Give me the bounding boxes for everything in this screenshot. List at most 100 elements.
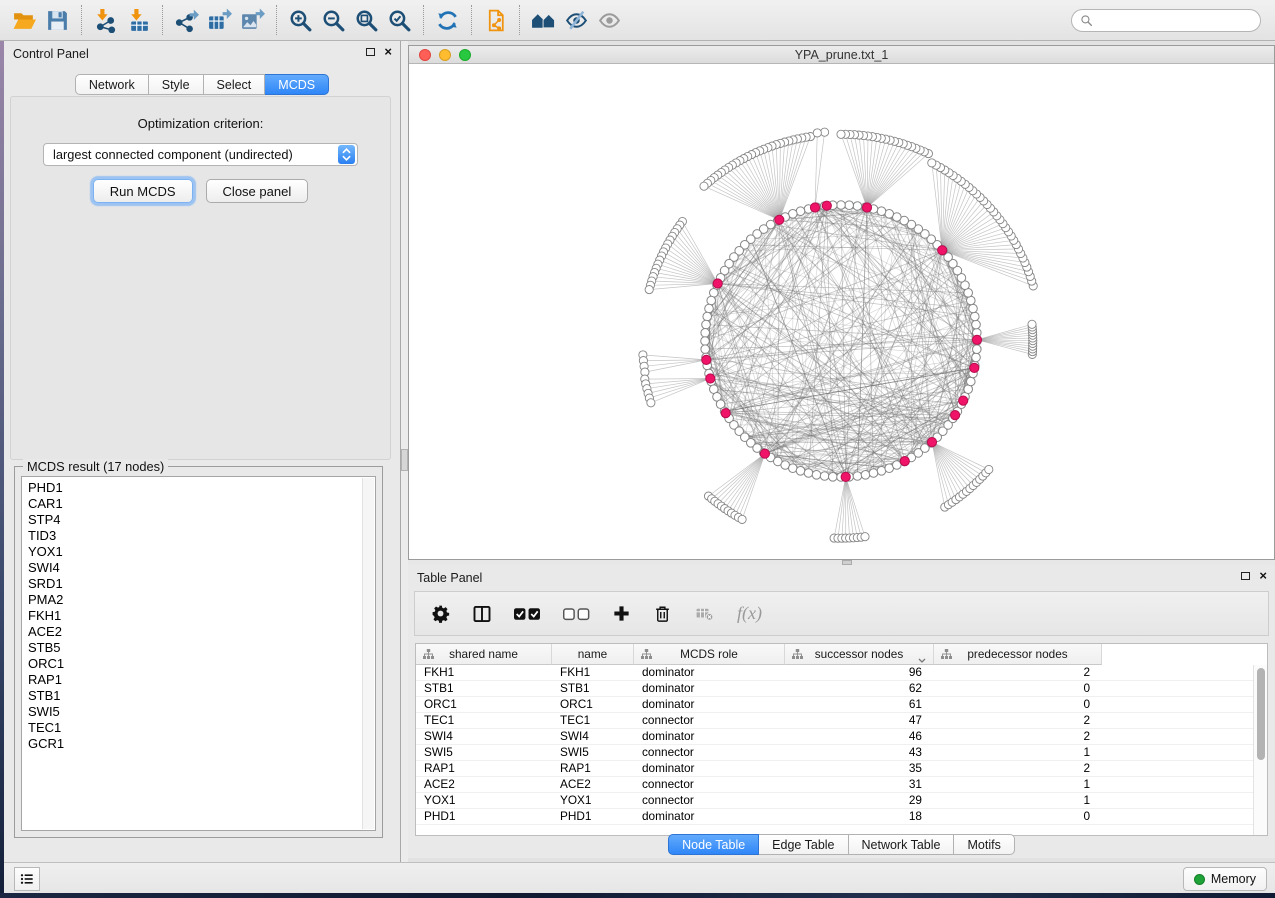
table-cell: 0 <box>934 809 1102 824</box>
tab-style[interactable]: Style <box>149 74 204 95</box>
tab-select[interactable]: Select <box>204 74 266 95</box>
export-network-icon[interactable] <box>170 4 203 36</box>
mcds-result-item[interactable]: CAR1 <box>28 496 357 512</box>
tab-mcds[interactable]: MCDS <box>265 74 329 95</box>
run-mcds-button[interactable]: Run MCDS <box>93 179 193 203</box>
zoom-selected-icon[interactable] <box>383 4 416 36</box>
import-network-icon[interactable] <box>89 4 122 36</box>
mcds-result-item[interactable]: SWI4 <box>28 560 357 576</box>
home-icon[interactable] <box>527 4 560 36</box>
export-table-icon[interactable] <box>203 4 236 36</box>
table-cell: YOX1 <box>416 793 552 808</box>
table-settings-gear-icon[interactable] <box>431 604 450 623</box>
add-column-icon[interactable] <box>612 604 631 623</box>
search-input[interactable] <box>1098 13 1253 27</box>
import-table-icon[interactable] <box>122 4 155 36</box>
select-all-checkboxes-icon[interactable] <box>514 606 541 622</box>
network-canvas[interactable] <box>409 64 1274 559</box>
float-table-panel-icon[interactable] <box>1241 572 1250 580</box>
mcds-result-item[interactable]: PMA2 <box>28 592 357 608</box>
mcds-result-item[interactable]: SRD1 <box>28 576 357 592</box>
tab-node-table[interactable]: Node Table <box>668 834 759 855</box>
vertical-splitter[interactable] <box>401 41 408 862</box>
close-panel-button[interactable]: Close panel <box>206 179 309 203</box>
table-row[interactable]: PHD1PHD1dominator180 <box>416 809 1253 825</box>
memory-button[interactable]: Memory <box>1183 867 1267 891</box>
table-cell: connector <box>634 713 785 728</box>
delete-table-icon-disabled <box>694 604 715 623</box>
function-builder-icon-disabled: f(x) <box>737 603 762 624</box>
column-header-predecessor-nodes[interactable]: predecessor nodes <box>934 644 1102 665</box>
mcds-result-item[interactable]: RAP1 <box>28 672 357 688</box>
column-header-shared-name[interactable]: shared name <box>416 644 552 665</box>
hide-panels-icon[interactable] <box>560 4 593 36</box>
search-icon <box>1080 14 1093 27</box>
table-scrollbar-thumb[interactable] <box>1257 668 1265 760</box>
mcds-result-item[interactable]: YOX1 <box>28 544 357 560</box>
table-cell: STB1 <box>416 681 552 696</box>
table-cell: 2 <box>934 761 1102 776</box>
table-cell: dominator <box>634 681 785 696</box>
table-row[interactable]: YOX1YOX1connector291 <box>416 793 1253 809</box>
table-row[interactable]: ORC1ORC1dominator610 <box>416 697 1253 713</box>
mcds-result-item[interactable]: SWI5 <box>28 704 357 720</box>
table-row[interactable]: STB1STB1dominator620 <box>416 681 1253 697</box>
show-panels-list-button[interactable] <box>14 867 40 891</box>
deselect-all-checkboxes-icon[interactable] <box>563 606 590 622</box>
mcds-result-item[interactable]: STB1 <box>28 688 357 704</box>
table-row[interactable]: TEC1TEC1connector472 <box>416 713 1253 729</box>
toolbar-separator <box>276 5 277 35</box>
sort-indicator-icon[interactable] <box>918 652 926 666</box>
application-window: Control Panel × NetworkStyleSelectMCDS O… <box>0 0 1275 898</box>
float-panel-icon[interactable] <box>366 48 375 56</box>
mcds-result-item[interactable]: STP4 <box>28 512 357 528</box>
table-scrollbar[interactable] <box>1253 665 1267 835</box>
criterion-select[interactable]: largest connected component (undirected) <box>43 143 358 166</box>
zoom-fit-icon[interactable] <box>350 4 383 36</box>
zoom-in-icon[interactable] <box>284 4 317 36</box>
column-header-name[interactable]: name <box>552 644 634 665</box>
mcds-list-scrollbar[interactable] <box>362 478 374 829</box>
desktop-background-bottom <box>0 893 1275 898</box>
refresh-icon[interactable] <box>431 4 464 36</box>
table-cell: ORC1 <box>552 697 634 712</box>
table-cell: dominator <box>634 697 785 712</box>
vertical-splitter-grip[interactable] <box>401 449 408 471</box>
mcds-result-item[interactable]: GCR1 <box>28 736 357 752</box>
mcds-result-item[interactable]: PHD1 <box>28 480 357 496</box>
table-row[interactable]: RAP1RAP1dominator352 <box>416 761 1253 777</box>
zoom-out-icon[interactable] <box>317 4 350 36</box>
mcds-result-list[interactable]: PHD1CAR1STP4TID3YOX1SWI4SRD1PMA2FKH1ACE2… <box>21 476 376 831</box>
column-header-successor-nodes[interactable]: successor nodes <box>785 644 934 665</box>
mcds-result-item[interactable]: TEC1 <box>28 720 357 736</box>
close-panel-icon[interactable]: × <box>384 47 392 57</box>
mcds-result-item[interactable]: ORC1 <box>28 656 357 672</box>
table-cell: 46 <box>785 729 934 744</box>
mcds-result-item[interactable]: FKH1 <box>28 608 357 624</box>
mcds-result-item[interactable]: ACE2 <box>28 624 357 640</box>
open-session-icon[interactable] <box>8 4 41 36</box>
table-row[interactable]: SWI5SWI5connector431 <box>416 745 1253 761</box>
column-layout-icon[interactable] <box>472 604 492 624</box>
tab-network[interactable]: Network <box>75 74 149 95</box>
clone-network-icon[interactable] <box>479 4 512 36</box>
mcds-result-item[interactable]: TID3 <box>28 528 357 544</box>
export-image-icon[interactable] <box>236 4 269 36</box>
tab-edge-table[interactable]: Edge Table <box>759 834 848 855</box>
table-row[interactable]: ACE2ACE2connector311 <box>416 777 1253 793</box>
save-session-icon[interactable] <box>41 4 74 36</box>
mcds-result-item[interactable]: STB5 <box>28 640 357 656</box>
column-header-MCDS-role[interactable]: MCDS role <box>634 644 785 665</box>
table-row[interactable]: FKH1FKH1dominator962 <box>416 665 1253 681</box>
table-cell: 47 <box>785 713 934 728</box>
toolbar-separator <box>81 5 82 35</box>
tab-network-table[interactable]: Network Table <box>849 834 955 855</box>
delete-column-icon[interactable] <box>653 604 672 624</box>
table-cell: dominator <box>634 665 785 680</box>
table-row[interactable]: SWI4SWI4dominator462 <box>416 729 1253 745</box>
close-table-panel-icon[interactable]: × <box>1259 571 1267 581</box>
tab-motifs[interactable]: Motifs <box>954 834 1014 855</box>
network-graph[interactable] <box>409 64 1274 559</box>
search-field[interactable] <box>1071 9 1261 32</box>
toolbar-separator <box>162 5 163 35</box>
